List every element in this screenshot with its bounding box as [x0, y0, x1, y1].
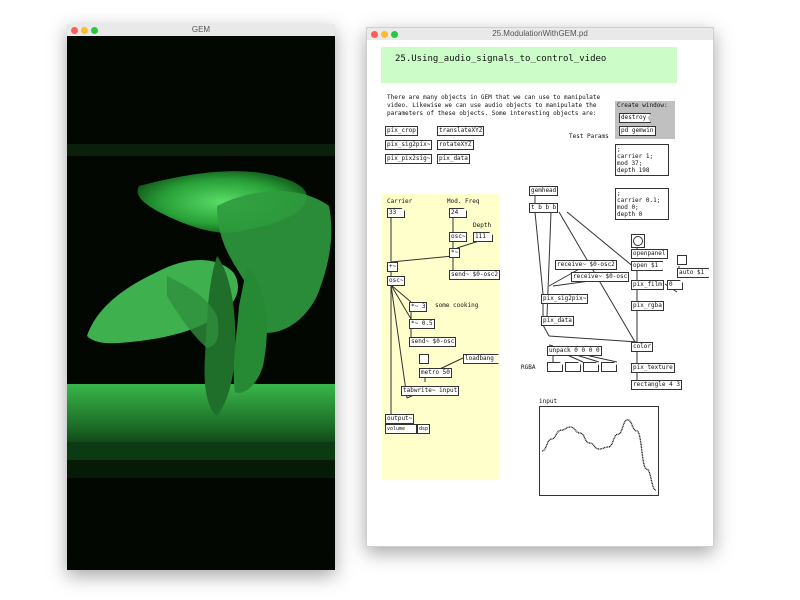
- array-waveform: [541, 419, 657, 491]
- trigger-object[interactable]: t b b b: [529, 203, 559, 213]
- auto-toggle[interactable]: [677, 255, 687, 265]
- pd-patch-window: 25.ModulationWithGEM.pd 25.Using_audio_s…: [366, 27, 714, 547]
- pix-data-object[interactable]: pix_data: [541, 316, 574, 326]
- receive-osc-object[interactable]: receive~ $0-osc: [571, 272, 630, 282]
- b-number[interactable]: [583, 362, 599, 372]
- g-number[interactable]: [565, 362, 581, 372]
- pix-rgba-object[interactable]: pix_rgba: [631, 301, 664, 311]
- bang-button[interactable]: [631, 234, 645, 248]
- array-label: input: [539, 398, 558, 405]
- osc-carrier-object[interactable]: osc~: [387, 276, 406, 286]
- metro-object[interactable]: metro 50: [419, 368, 452, 378]
- modfreq-number[interactable]: 24: [449, 208, 467, 218]
- gem-video-output: [67, 36, 335, 570]
- some-cooking-comment: some cooking: [435, 302, 479, 309]
- rectangle-object[interactable]: rectangle 4 3: [631, 380, 682, 390]
- output-abstraction[interactable]: output~: [385, 414, 415, 424]
- array-line: [541, 419, 657, 491]
- gem-window: GEM: [67, 24, 335, 570]
- mul-object[interactable]: *~: [449, 248, 461, 258]
- auto-message[interactable]: auto $1: [677, 268, 710, 278]
- volume-slider[interactable]: volume: [385, 424, 417, 434]
- pix-texture-object[interactable]: pix_texture: [631, 363, 675, 373]
- gem-window-title: GEM: [191, 25, 211, 34]
- pd-window-title: 25.ModulationWithGEM.pd: [492, 29, 588, 38]
- rgba-label: RGBA: [521, 364, 536, 371]
- pix-sig2pix-object[interactable]: pix_sig2pix~: [541, 294, 589, 304]
- color-object[interactable]: color: [631, 342, 654, 352]
- open-message[interactable]: open $1: [631, 261, 664, 271]
- dsp-toggle[interactable]: dsp: [417, 424, 431, 434]
- tabwrite-object[interactable]: tabwrite~ input: [401, 386, 460, 396]
- r-number[interactable]: [547, 362, 563, 372]
- loadbang-object[interactable]: loadbang: [463, 354, 499, 364]
- video-frame: [67, 36, 335, 570]
- patch-canvas[interactable]: 25.Using_audio_signals_to_control_video …: [367, 40, 713, 546]
- osc-mod-object[interactable]: osc~: [449, 232, 468, 242]
- depth-number[interactable]: 111: [473, 232, 493, 242]
- array-graph[interactable]: [539, 406, 659, 496]
- unpack-object[interactable]: unpack 0 0 0 0: [547, 346, 602, 356]
- send-osc-object[interactable]: send~ $0-osc: [409, 337, 457, 347]
- pix-film-number[interactable]: 0: [667, 280, 683, 290]
- modfreq-label: Mod. Freq: [447, 198, 480, 205]
- openpanel-object[interactable]: openpanel: [631, 249, 668, 259]
- mul-3-object[interactable]: *~ 3: [409, 302, 428, 312]
- depth-label: Depth: [473, 222, 492, 229]
- plus-object[interactable]: +~: [387, 262, 399, 272]
- receive-osc2-object[interactable]: receive~ $0-osc2: [555, 260, 617, 270]
- carrier-label: Carrier: [387, 198, 413, 205]
- send-osc2-object[interactable]: send~ $0-osc2: [449, 270, 500, 280]
- a-number[interactable]: [601, 362, 617, 372]
- metro-toggle[interactable]: [419, 354, 429, 364]
- pix-film-object[interactable]: pix_film: [631, 280, 664, 290]
- carrier-number[interactable]: 33: [387, 208, 405, 218]
- mul-half-object[interactable]: *~ 0.5: [409, 319, 435, 329]
- gemhead-object[interactable]: gemhead: [529, 186, 559, 196]
